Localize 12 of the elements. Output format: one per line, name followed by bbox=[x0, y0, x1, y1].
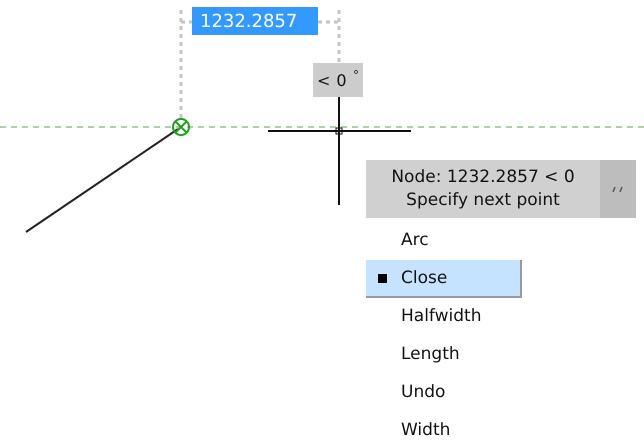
more-options-button[interactable] bbox=[600, 160, 636, 218]
option-menu-item[interactable]: Undo bbox=[366, 374, 522, 412]
node-snap-icon bbox=[172, 118, 190, 136]
option-menu-item[interactable]: Width bbox=[366, 412, 522, 442]
option-menu-item[interactable]: Arc bbox=[366, 222, 522, 260]
option-menu-item[interactable]: Halfwidth bbox=[366, 298, 522, 336]
angle-input[interactable]: < 0 ° bbox=[313, 63, 363, 97]
dots-icon bbox=[611, 185, 625, 193]
option-menu-item[interactable]: Close bbox=[366, 260, 522, 298]
tooltip-text: Specify next point bbox=[406, 189, 560, 212]
tooltip-text: Node: 1232.2857 < 0 bbox=[391, 166, 575, 189]
option-menu-item[interactable]: Length bbox=[366, 336, 522, 374]
